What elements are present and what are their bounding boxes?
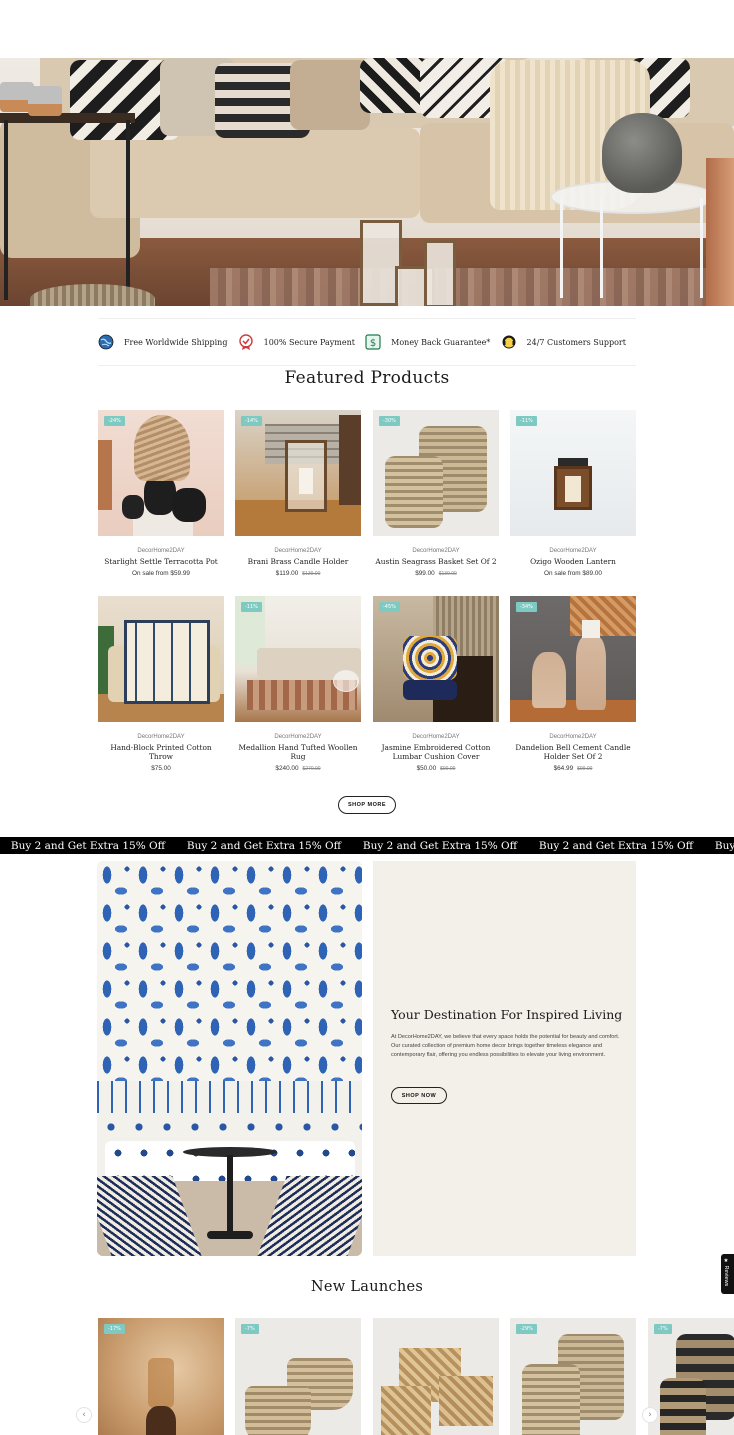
marquee-text: Buy 2 and Get Extra 15% Off	[538, 839, 694, 852]
discount-badge: -17%	[104, 1324, 125, 1334]
product-card[interactable]: -34% DecorHome2DAY Dandelion Bell Cement…	[510, 596, 636, 772]
product-card[interactable]: -14% DecorHome2DAY Brani Brass Candle Ho…	[235, 410, 361, 577]
product-price: $99.00 $139.00	[415, 570, 457, 577]
product-image[interactable]: -11%	[510, 410, 636, 536]
feature-shipping: Free Worldwide Shipping	[98, 334, 227, 350]
new-launch-card[interactable]	[373, 1318, 499, 1435]
shop-more-button[interactable]: SHOP MORE	[338, 796, 396, 814]
discount-badge: -11%	[241, 602, 262, 612]
product-card[interactable]: DecorHome2DAY Hand-Block Printed Cotton …	[98, 596, 224, 772]
discount-badge: -24%	[104, 416, 125, 426]
product-vendor[interactable]: DecorHome2DAY	[373, 548, 499, 554]
discount-badge: -14%	[241, 416, 262, 426]
promo-marquee: Buy 2 and Get Extra 15% Off Buy 2 and Ge…	[0, 837, 734, 854]
product-vendor[interactable]: DecorHome2DAY	[510, 734, 636, 740]
product-card[interactable]: -24% DecorHome2DAY Starlight Settle Terr…	[98, 410, 224, 577]
product-image[interactable]: -30%	[373, 410, 499, 536]
feature-label: Money Back Guarantee*	[391, 337, 491, 347]
discount-badge: -30%	[379, 416, 400, 426]
product-card[interactable]: -11% DecorHome2DAY Medallion Hand Tufted…	[235, 596, 361, 772]
destination-text: At DecorHome2DAY, we believe that every …	[391, 1034, 620, 1059]
new-launch-card[interactable]: -29%	[510, 1318, 636, 1435]
new-launches-title: New Launches	[310, 1279, 424, 1295]
product-price: On sale from $59.99	[132, 570, 190, 577]
feature-label: 100% Secure Payment	[263, 337, 355, 347]
discount-badge: -7%	[654, 1324, 672, 1334]
feature-label: 24/7 Customers Support	[526, 337, 626, 347]
feature-secure: 100% Secure Payment	[238, 334, 355, 350]
product-name[interactable]: Jasmine Embroidered Cotton Lumbar Cushio…	[373, 743, 499, 761]
product-price: $50.00 $90.00	[416, 765, 456, 772]
product-price: $119.00 $139.00	[275, 570, 321, 577]
product-name[interactable]: Starlight Settle Terracotta Pot	[98, 557, 224, 566]
hero-vase	[602, 113, 682, 193]
hero-banner[interactable]	[0, 58, 734, 306]
secure-badge-icon	[238, 334, 253, 350]
support-icon	[502, 335, 516, 349]
discount-badge: -34%	[516, 602, 537, 612]
chevron-right-icon: ›	[648, 1410, 652, 1420]
marquee-text: Buy 2 and Get Extra 15% Off	[186, 839, 342, 852]
product-image[interactable]: -34%	[510, 596, 636, 722]
discount-badge: -45%	[379, 602, 400, 612]
feature-label: Free Worldwide Shipping	[124, 337, 228, 347]
marquee-text: Buy 2 and Get Extra 15% Off	[362, 839, 518, 852]
new-launch-card[interactable]: -7%	[235, 1318, 361, 1435]
product-price: On sale from $89.00	[544, 570, 602, 577]
carousel-next-button[interactable]: ›	[642, 1407, 658, 1423]
product-price: $240.00 $270.00	[275, 765, 321, 772]
svg-text:$: $	[370, 338, 376, 349]
product-name[interactable]: Brani Brass Candle Holder	[235, 557, 361, 566]
new-launch-card[interactable]: -17%	[98, 1318, 224, 1435]
features-strip: Free Worldwide Shipping 100% Secure Paym…	[98, 318, 636, 366]
destination-title: Your Destination For Inspired Living	[391, 1007, 623, 1022]
product-image[interactable]	[98, 596, 224, 722]
product-card[interactable]: -11% DecorHome2DAY Ozigo Wooden Lantern …	[510, 410, 636, 577]
product-name[interactable]: Ozigo Wooden Lantern	[510, 557, 636, 566]
carousel-prev-button[interactable]: ‹	[76, 1407, 92, 1423]
product-image[interactable]: -45%	[373, 596, 499, 722]
product-vendor[interactable]: DecorHome2DAY	[98, 548, 224, 554]
reviews-tab-label: ★ Reviews	[723, 1258, 729, 1287]
discount-badge: -11%	[516, 416, 537, 426]
product-vendor[interactable]: DecorHome2DAY	[98, 734, 224, 740]
reviews-tab[interactable]: ★ Reviews	[721, 1254, 734, 1294]
chevron-left-icon: ‹	[82, 1410, 86, 1420]
product-image[interactable]: -24%	[98, 410, 224, 536]
discount-badge: -7%	[241, 1324, 259, 1334]
feature-money-back: $ Money Back Guarantee*	[365, 334, 490, 350]
destination-panel: Your Destination For Inspired Living At …	[373, 861, 636, 1256]
money-icon: $	[365, 334, 381, 350]
product-price: $64.99 $99.00	[553, 765, 593, 772]
discount-badge: -29%	[516, 1324, 537, 1334]
product-price: $75.00	[151, 765, 171, 772]
product-name[interactable]: Medallion Hand Tufted Woollen Rug	[235, 743, 361, 761]
product-vendor[interactable]: DecorHome2DAY	[373, 734, 499, 740]
product-image[interactable]: -14%	[235, 410, 361, 536]
product-name[interactable]: Hand-Block Printed Cotton Throw	[98, 743, 224, 761]
product-card[interactable]: -30% DecorHome2DAY Austin Seagrass Baske…	[373, 410, 499, 577]
hero-rug	[210, 268, 734, 306]
shop-now-button[interactable]: SHOP NOW	[391, 1087, 447, 1104]
new-launch-card[interactable]: -7%	[648, 1318, 734, 1435]
product-image[interactable]: -11%	[235, 596, 361, 722]
marquee-text: Buy 2 and Get Extra 15% Off	[10, 839, 166, 852]
featured-title: Featured Products	[284, 368, 450, 388]
destination-image	[97, 861, 362, 1256]
product-name[interactable]: Austin Seagrass Basket Set Of 2	[373, 557, 499, 566]
product-vendor[interactable]: DecorHome2DAY	[510, 548, 636, 554]
site-header	[0, 0, 734, 58]
globe-icon	[98, 334, 114, 350]
product-name[interactable]: Dandelion Bell Cement Candle Holder Set …	[510, 743, 636, 761]
product-vendor[interactable]: DecorHome2DAY	[235, 734, 361, 740]
feature-support: 24/7 Customers Support	[501, 334, 626, 350]
product-vendor[interactable]: DecorHome2DAY	[235, 548, 361, 554]
marquee-text: Buy 2 and Get Extra 15% Off	[714, 839, 734, 852]
site-logo[interactable]	[98, 0, 142, 6]
product-card[interactable]: -45% DecorHome2DAY Jasmine Embroidered C…	[373, 596, 499, 772]
